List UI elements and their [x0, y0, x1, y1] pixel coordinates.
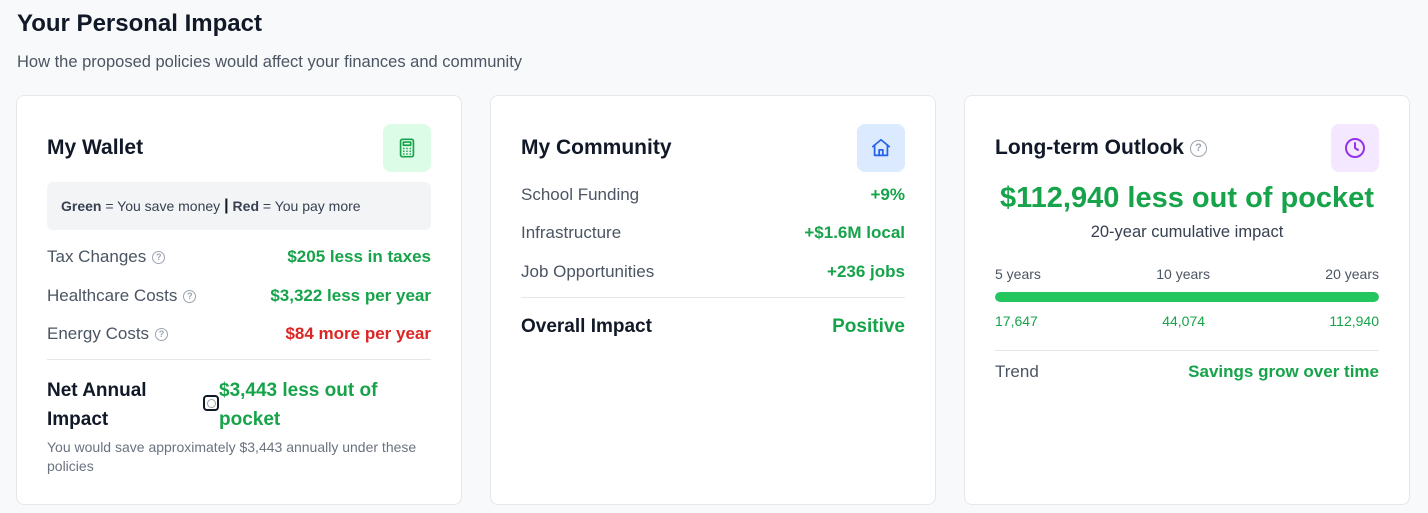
wallet-card-header: My Wallet [47, 124, 431, 172]
legend-green-text: = You save money [101, 198, 225, 214]
wallet-title: My Wallet [47, 136, 144, 159]
row-label: School Funding [521, 185, 640, 204]
community-row-infrastructure: Infrastructure +$1.6M local [521, 221, 905, 245]
wallet-row-tax: Tax Changes? $205 less in taxes [47, 245, 431, 269]
community-row-jobs: Job Opportunities +236 jobs [521, 260, 905, 284]
milestone-label: 20 years [1325, 266, 1379, 282]
milestone-label: 5 years [995, 266, 1041, 282]
community-title: My Community [521, 136, 672, 159]
wallet-card: My Wallet Green = You save money | Red =… [16, 95, 462, 505]
cumulative-subtitle: 20-year cumulative impact [1090, 223, 1284, 241]
row-value: $3,322 less per year [270, 286, 431, 305]
savings-progress-fill [995, 292, 1379, 302]
row-value: $84 more per year [285, 324, 431, 343]
page-subtitle: How the proposed policies would affect y… [17, 53, 523, 71]
milestone-amounts: 17,647 44,074 112,940 [995, 313, 1379, 329]
row-label: Healthcare Costs [47, 286, 178, 305]
legend-separator: | [224, 197, 229, 214]
calculator-icon [383, 124, 431, 172]
trend-value: Savings grow over time [1188, 362, 1379, 381]
row-value: $205 less in taxes [287, 247, 431, 266]
help-icon[interactable]: ? [183, 289, 197, 303]
row-label: Tax Changes [47, 247, 147, 266]
cumulative-total: $112,940 less out of pocket [1000, 182, 1374, 214]
net-impact-help-icon[interactable] [203, 395, 219, 411]
wallet-row-healthcare: Healthcare Costs? $3,322 less per year [47, 284, 431, 308]
overall-impact-label: Overall Impact [521, 316, 652, 337]
wallet-row-energy: Energy Costs? $84 more per year [47, 322, 431, 346]
milestone-labels: 5 years 10 years 20 years [995, 266, 1379, 282]
outlook-title-wrap: Long-term Outlook ? [995, 136, 1207, 160]
savings-progress-bar [995, 292, 1379, 302]
outlook-title: Long-term Outlook [995, 136, 1184, 159]
overall-impact-row: Overall Impact Positive [521, 314, 905, 340]
legend-red-text: = You pay more [259, 198, 361, 214]
row-value: +$1.6M local [804, 223, 905, 242]
page-title: Your Personal Impact [17, 10, 262, 37]
net-impact-value: $3,443 less out of pocket [219, 380, 378, 430]
net-impact-note: You would save approximately $3,443 annu… [47, 439, 417, 474]
community-card-header: My Community [521, 124, 905, 172]
row-value: +236 jobs [827, 262, 905, 281]
home-icon [857, 124, 905, 172]
net-impact-label: Net Annual Impact [47, 380, 147, 430]
milestone-amount: 44,074 [1162, 313, 1206, 329]
legend-red-word: Red [232, 198, 259, 214]
row-label: Infrastructure [521, 223, 622, 242]
community-card: My Community School Funding +9% Infrastr… [490, 95, 936, 505]
color-legend: Green = You save money | Red = You pay m… [47, 182, 431, 230]
trend-label: Trend [995, 362, 1039, 381]
divider [47, 359, 431, 360]
overall-impact-value: Positive [832, 316, 905, 337]
help-icon[interactable]: ? [1189, 139, 1207, 157]
community-row-school: School Funding +9% [521, 183, 905, 207]
divider [995, 350, 1379, 351]
milestone-label: 10 years [1156, 266, 1210, 282]
milestone-amount: 112,940 [1329, 313, 1379, 329]
outlook-card-header: Long-term Outlook ? [995, 124, 1379, 172]
outlook-card: Long-term Outlook ? $112,940 less out of… [964, 95, 1410, 505]
clock-icon [1331, 124, 1379, 172]
help-icon[interactable]: ? [155, 327, 169, 341]
row-label: Job Opportunities [521, 262, 655, 281]
row-label: Energy Costs [47, 324, 150, 343]
milestone-amount: 17,647 [995, 313, 1038, 329]
trend-row: Trend Savings grow over time [995, 360, 1379, 384]
help-icon[interactable]: ? [152, 250, 166, 264]
legend-green-word: Green [61, 198, 102, 214]
divider [521, 297, 905, 298]
row-value: +9% [870, 185, 906, 204]
